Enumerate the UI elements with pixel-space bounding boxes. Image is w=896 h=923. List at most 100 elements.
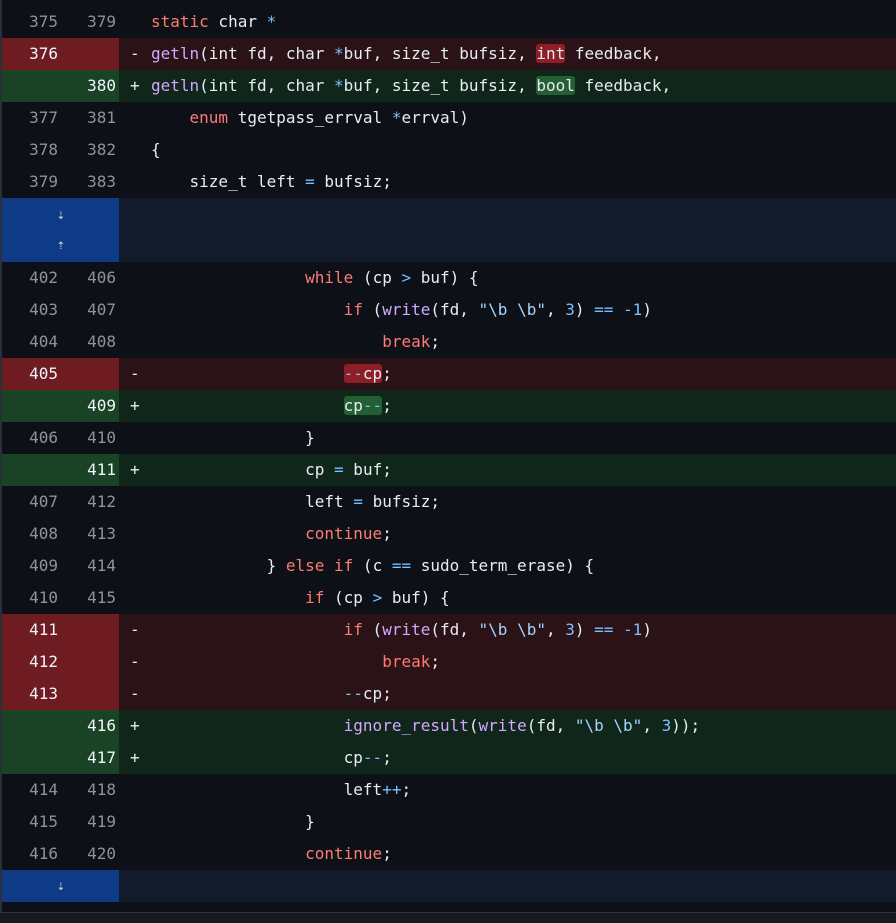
code-text: if (write(fd, "\b \b", 3) == -1) xyxy=(343,300,652,319)
deleted-line: 411 - if (write(fd, "\b \b", 3) == -1) xyxy=(2,614,896,646)
old-line-number[interactable]: 404 xyxy=(2,326,58,358)
code-text: --cp; xyxy=(343,364,392,383)
code-text: { xyxy=(151,140,161,159)
diff-sign: + xyxy=(130,716,140,735)
new-line-number[interactable]: 379 xyxy=(60,6,116,38)
code-text: size_t left = bufsiz; xyxy=(151,172,392,191)
new-line-number[interactable]: 411 xyxy=(60,454,116,486)
expand-down-icon[interactable]: ⇣ xyxy=(50,875,72,897)
code-text: getln(int fd, char *buf, size_t bufsiz, … xyxy=(151,76,672,95)
old-line-number[interactable]: 406 xyxy=(2,422,58,454)
code-text: while (cp > buf) { xyxy=(305,268,479,287)
new-line-number[interactable]: 417 xyxy=(60,742,116,774)
old-line-number[interactable]: 413 xyxy=(2,678,58,710)
deleted-line: 405 - --cp; xyxy=(2,358,896,390)
old-line-number[interactable]: 416 xyxy=(2,838,58,870)
new-line-number[interactable]: 383 xyxy=(60,166,116,198)
context-line: 409 414 } else if (c == sudo_term_erase) … xyxy=(2,550,896,582)
diff-sign: - xyxy=(130,684,140,703)
diff-sign: - xyxy=(130,44,140,63)
code-text: ignore_result(write(fd, "\b \b", 3)); xyxy=(343,716,701,735)
new-line-number[interactable]: 409 xyxy=(60,390,116,422)
old-line-number[interactable]: 376 xyxy=(2,38,58,70)
old-line-number[interactable]: 375 xyxy=(2,6,58,38)
new-line-number[interactable]: 413 xyxy=(60,518,116,550)
new-line-number[interactable]: 420 xyxy=(60,838,116,870)
new-line-number[interactable]: 412 xyxy=(60,486,116,518)
context-line: 379 383 size_t left = bufsiz; xyxy=(2,166,896,198)
added-line: 411 + cp = buf; xyxy=(2,454,896,486)
deleted-line: 413 - --cp; xyxy=(2,678,896,710)
new-line-number[interactable]: 407 xyxy=(60,294,116,326)
old-line-number[interactable]: 378 xyxy=(2,134,58,166)
diff-sign: + xyxy=(130,76,140,95)
old-line-number[interactable]: 415 xyxy=(2,806,58,838)
old-line-number[interactable]: 405 xyxy=(2,358,58,390)
diff-sign: - xyxy=(130,364,140,383)
code-text: cp--; xyxy=(151,748,392,767)
new-line-number[interactable]: 414 xyxy=(60,550,116,582)
diff-view: 374378375379static char *376-getln(int f… xyxy=(0,0,896,912)
added-line: 417 + cp--; xyxy=(2,742,896,774)
code-text: cp--; xyxy=(343,396,392,415)
horizontal-scrollbar[interactable] xyxy=(0,912,896,923)
context-line: 407 412 left = bufsiz; xyxy=(2,486,896,518)
hunk-header: ⇣ ⇡ xyxy=(2,198,896,262)
code-text: if (write(fd, "\b \b", 3) == -1) xyxy=(343,620,652,639)
old-line-number[interactable]: 377 xyxy=(2,102,58,134)
old-line-number[interactable]: 412 xyxy=(2,646,58,678)
new-line-number[interactable]: 382 xyxy=(60,134,116,166)
old-line-number[interactable]: 408 xyxy=(2,518,58,550)
context-line: 375 379 static char * xyxy=(2,6,896,38)
added-line: 409 + cp--; xyxy=(2,390,896,422)
code-text: continue; xyxy=(305,844,392,863)
context-line: 406 410 } xyxy=(2,422,896,454)
diff-sign: + xyxy=(130,396,140,415)
old-line-number[interactable]: 402 xyxy=(2,262,58,294)
old-line-number[interactable]: 414 xyxy=(2,774,58,806)
new-line-number[interactable]: 416 xyxy=(60,710,116,742)
context-line: 404 408 break; xyxy=(2,326,896,358)
code-text: getln(int fd, char *buf, size_t bufsiz, … xyxy=(151,44,662,63)
old-line-number[interactable]: 409 xyxy=(2,550,58,582)
deleted-line: 412 - break; xyxy=(2,646,896,678)
expand-down-icon[interactable]: ⇣ xyxy=(50,204,72,226)
expand-up-icon[interactable]: ⇡ xyxy=(50,234,72,256)
code-text: static char * xyxy=(151,12,277,31)
code-text: enum tgetpass_errval *errval) xyxy=(189,108,469,127)
diff-sign: + xyxy=(130,460,140,479)
code-text: break; xyxy=(382,332,440,351)
new-line-number[interactable]: 408 xyxy=(60,326,116,358)
diff-sign: - xyxy=(130,620,140,639)
code-text: } xyxy=(151,812,315,831)
code-text: } else if (c == sudo_term_erase) { xyxy=(151,556,595,575)
code-text: if (cp > buf) { xyxy=(305,588,450,607)
added-line: 380 + getln(int fd, char *buf, size_t bufs… xyxy=(2,70,896,102)
context-line: 414 418 left++; xyxy=(2,774,896,806)
deleted-line: 376 - getln(int fd, char *buf, size_t bufs… xyxy=(2,38,896,70)
new-line-number[interactable]: 410 xyxy=(60,422,116,454)
expand-footer: ⇣ xyxy=(2,870,896,902)
new-line-number[interactable]: 381 xyxy=(60,102,116,134)
old-line-number[interactable]: 403 xyxy=(2,294,58,326)
old-line-number[interactable]: 410 xyxy=(2,582,58,614)
new-line-number[interactable]: 418 xyxy=(60,774,116,806)
context-line: 415 419 } xyxy=(2,806,896,838)
code-text: left++; xyxy=(151,780,412,799)
old-line-number[interactable]: 411 xyxy=(2,614,58,646)
code-text: --cp; xyxy=(343,684,392,703)
context-line: 416 420 continue; xyxy=(2,838,896,870)
context-line: 410 415 if (cp > buf) { xyxy=(2,582,896,614)
new-line-number[interactable]: 415 xyxy=(60,582,116,614)
new-line-number[interactable]: 380 xyxy=(60,70,116,102)
context-line: 378 382 { xyxy=(2,134,896,166)
new-line-number[interactable]: 406 xyxy=(60,262,116,294)
code-text: cp = buf; xyxy=(151,460,392,479)
old-line-number[interactable]: 407 xyxy=(2,486,58,518)
old-line-number[interactable]: 379 xyxy=(2,166,58,198)
code-text: left = bufsiz; xyxy=(151,492,440,511)
code-text: } xyxy=(151,428,315,447)
diff-sign: - xyxy=(130,652,140,671)
new-line-number[interactable]: 419 xyxy=(60,806,116,838)
context-line: 402 406 while (cp > buf) { xyxy=(2,262,896,294)
